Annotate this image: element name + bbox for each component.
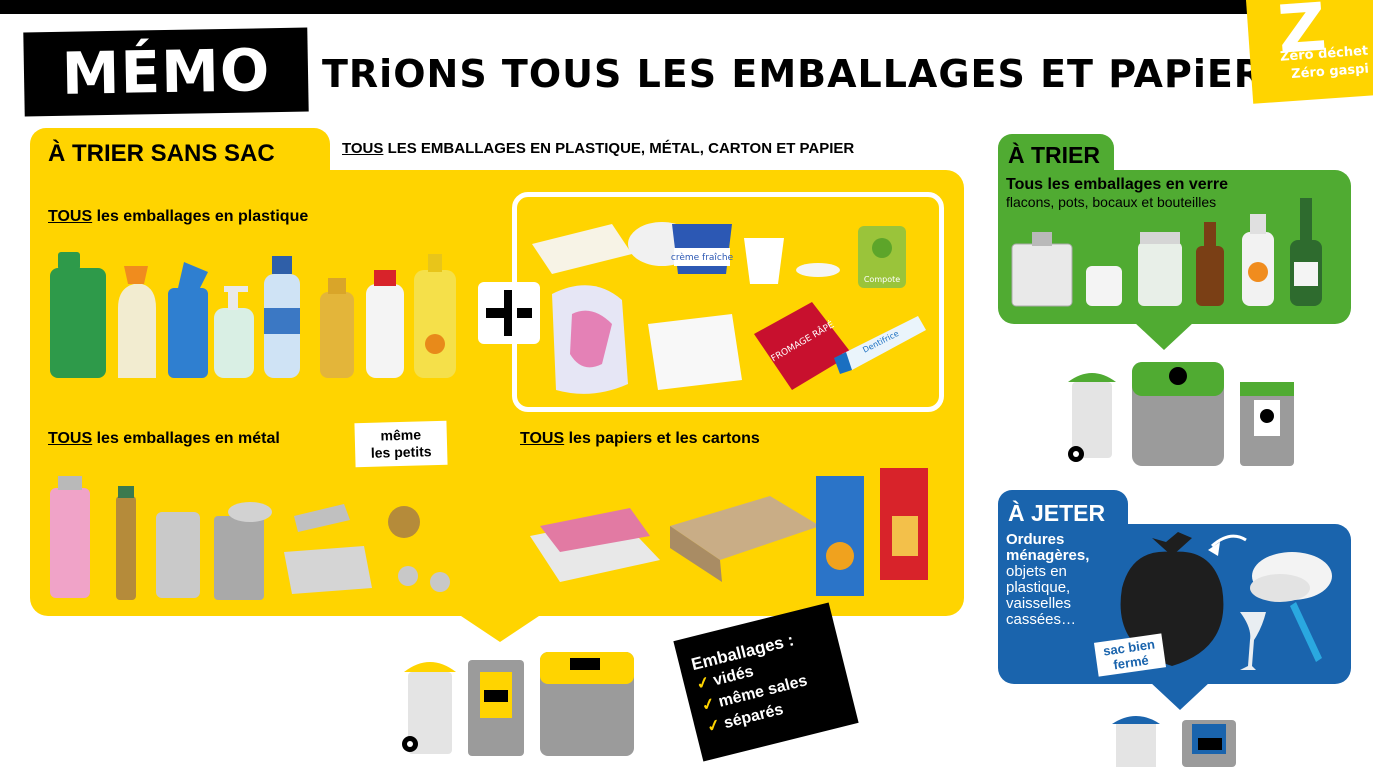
green-wheelie-bin-icon <box>1068 373 1116 462</box>
waste-bold-text: Ordures ménagères, <box>1006 531 1090 564</box>
compote-pouch-icon: Compote <box>858 226 906 288</box>
spoon-icon <box>796 263 840 277</box>
milk-bottle-icon <box>366 270 404 378</box>
check-icon: ✓ <box>694 673 712 694</box>
juice-bottle-icon <box>1242 214 1274 306</box>
plastic-film-icon <box>552 285 628 394</box>
magazines-icon <box>530 508 660 582</box>
blue-wheelie-bin-icon <box>1112 716 1160 767</box>
toothbrush-icon <box>1290 602 1322 662</box>
container-bin-icon <box>540 652 634 756</box>
yellow-bottle-icon <box>320 278 354 378</box>
compote-label: Compote <box>864 275 900 284</box>
water-bottle-icon <box>264 256 300 378</box>
even-small-badge: même les petits <box>354 420 448 468</box>
sort-zone-subtitle: TOUS LES EMBALLAGES EN PLASTIQUE, MÉTAL,… <box>342 140 854 157</box>
cream-pot-icon: crème fraîche <box>671 224 734 274</box>
waste-zone-title: À JETER <box>1008 500 1106 526</box>
jar-icon <box>1138 232 1182 306</box>
plastic-keyword: TOUS <box>48 208 93 225</box>
blue-column-bin-icon <box>1182 720 1236 767</box>
paper-packaging-illustration <box>530 468 928 596</box>
wheelie-bin-icon <box>402 662 456 754</box>
perfume-flask-icon <box>1011 232 1073 307</box>
juice-carton-icon <box>816 476 864 596</box>
food-can-icon <box>214 502 272 600</box>
paper-keyword: TOUS <box>520 430 565 447</box>
sort-zone-title: À TRIER SANS SAC <box>48 140 275 167</box>
waste-zone-pointer <box>1150 682 1210 710</box>
metal-rest: les emballages en métal <box>92 430 280 447</box>
sort-zone-pointer <box>455 612 545 642</box>
metal-section-title: TOUS les emballages en métal <box>48 430 280 448</box>
glass-column-bin-icon <box>1240 382 1294 466</box>
toilet-cleaner-icon <box>168 262 208 378</box>
badge-line-2: les petits <box>370 443 432 461</box>
glass-zone-pointer <box>1134 322 1194 350</box>
oil-bottle-icon <box>414 254 456 378</box>
zero-waste-logo: Z Zéro déchet Zéro gaspi <box>1246 0 1373 104</box>
plastic-section-title: TOUS les emballages en plastique <box>48 208 308 226</box>
cereal-box-icon <box>880 468 928 580</box>
column-bin-icon <box>468 660 524 756</box>
cream-bottle-icon <box>118 266 156 378</box>
tube-icon <box>294 504 350 532</box>
plastic-bottles-illustration <box>50 252 456 378</box>
check-icon: ✓ <box>705 716 723 737</box>
top-bar <box>0 0 1373 14</box>
aerosol-can-icon <box>50 476 90 598</box>
yellow-bins-illustration <box>402 652 634 756</box>
check-icon: ✓ <box>700 695 718 715</box>
wine-bottle-icon <box>1290 198 1322 306</box>
broken-plates-icon <box>1250 552 1332 602</box>
pizza-box-icon <box>670 496 820 582</box>
spray-can-icon <box>116 486 136 600</box>
soap-pump-icon <box>214 286 254 378</box>
yogurt-cup-icon <box>744 238 784 284</box>
memo-title: MÉMO TRi <box>23 27 309 191</box>
broken-glass-icon <box>1240 612 1266 670</box>
plastic-rest: les emballages en plastique <box>92 208 309 225</box>
yogurt-jar-icon <box>1086 266 1122 306</box>
packaging-tips-note: Emballages : ✓vidés ✓même sales ✓séparés <box>673 602 859 762</box>
waste-zone-text: Ordures ménagères, objets en plastique, … <box>1006 532 1126 628</box>
blister-pack-icon <box>648 314 742 390</box>
toothpaste-icon: Dentifrice <box>834 316 926 374</box>
beer-bottle-icon <box>1196 222 1224 306</box>
metal-packaging-illustration <box>50 476 450 600</box>
glass-packaging-illustration <box>1011 198 1322 307</box>
cheese-bag-icon: FROMAGE RÂPÉ <box>754 302 852 390</box>
glass-container-icon <box>1132 362 1224 466</box>
arrow-icon <box>1208 534 1247 556</box>
waste-body-text: objets en plastique, vaisselles cassées… <box>1006 563 1077 628</box>
capsule-icon <box>388 506 420 538</box>
cream-pot-label: crème fraîche <box>671 252 734 263</box>
metal-keyword: TOUS <box>48 430 93 447</box>
page-headline: TRiONS TOUS LES EMBALLAGES ET PAPiERS ! <box>322 52 1325 96</box>
glass-bins-illustration <box>1068 362 1294 466</box>
green-jug-icon <box>50 252 106 378</box>
paper-rest: les papiers et les cartons <box>564 430 760 447</box>
sort-subtitle-keyword: TOUS <box>342 140 384 157</box>
foam-tray-icon <box>532 224 632 274</box>
extra-plastic-illustration: crème fraîche Compote FROMAGE RÂPÉ Denti… <box>532 222 926 394</box>
alu-tray-icon <box>284 546 372 594</box>
drink-can-icon <box>156 512 200 598</box>
glass-zone-title: À TRIER <box>1008 142 1100 168</box>
paper-section-title: TOUS les papiers et les cartons <box>520 430 760 448</box>
bottle-caps-icon <box>398 566 450 592</box>
waste-bins-illustration <box>1112 716 1236 767</box>
sort-subtitle-rest: LES EMBALLAGES EN PLASTIQUE, MÉTAL, CART… <box>383 140 855 157</box>
